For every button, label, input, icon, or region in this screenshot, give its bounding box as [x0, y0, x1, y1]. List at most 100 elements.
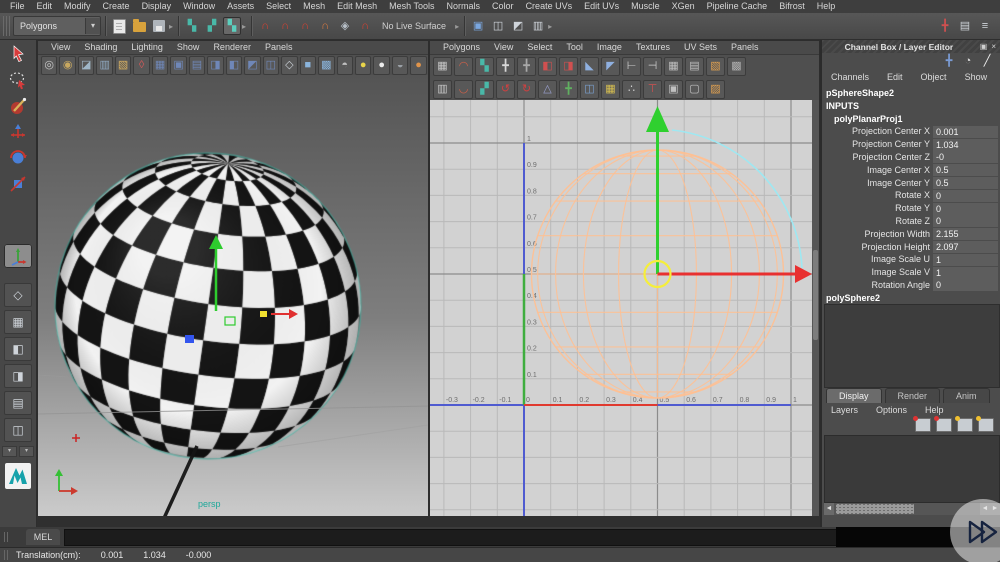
menu-assets[interactable]: Assets [221, 0, 260, 13]
attr-value-image-center-y[interactable]: 0.5 [933, 177, 998, 189]
move-u-icon[interactable]: ╋ [496, 57, 515, 76]
field-chart-icon[interactable]: ◧ [226, 56, 242, 75]
default-lighting-icon[interactable]: ● [355, 56, 371, 75]
checker-sphere-icon[interactable]: ◓ [337, 56, 353, 75]
attr-value-image-scale-v[interactable]: 1 [933, 267, 998, 279]
uv-menu-panels[interactable]: Panels [724, 41, 766, 54]
pencil-icon[interactable]: ╱ [980, 55, 994, 69]
new-layer-from-selected-icon[interactable] [936, 418, 952, 432]
channel-box-toggle-icon[interactable]: ≡ [976, 17, 994, 35]
menu-mesh[interactable]: Mesh [297, 0, 331, 13]
ipr-render-icon[interactable]: ◩ [509, 17, 527, 35]
attr-value-rotation-angle[interactable]: 0 [933, 279, 998, 291]
layer-menu-layers[interactable]: Layers [822, 404, 867, 417]
menu-muscle[interactable]: Muscle [625, 0, 666, 13]
menu-window[interactable]: Window [177, 0, 221, 13]
shaded-cube-icon[interactable]: ■ [300, 56, 316, 75]
menu-mesh-tools[interactable]: Mesh Tools [383, 0, 440, 13]
uv-menu-select[interactable]: Select [520, 41, 559, 54]
lock-camera-icon[interactable]: ◉ [59, 56, 75, 75]
attr-value-projection-center-z[interactable]: -0 [933, 151, 998, 163]
channel-node-history[interactable]: polySphere2 [822, 292, 880, 305]
save-scene-icon[interactable] [150, 17, 168, 35]
move-v-icon[interactable]: ╋ [517, 57, 536, 76]
pixel-snap-icon[interactable]: ▤ [685, 57, 704, 76]
align-top-icon[interactable]: ⊤ [643, 80, 662, 99]
uv-menu-polygons[interactable]: Polygons [436, 41, 487, 54]
uv-pinch-tool-icon[interactable]: ◡ [454, 80, 473, 99]
menu-xgen[interactable]: XGen [666, 0, 701, 13]
image-plane-icon[interactable]: ▧ [115, 56, 131, 75]
grid-icon[interactable]: ▦ [152, 56, 168, 75]
two-d-pan-zoom-icon[interactable]: ◊ [133, 56, 149, 75]
persp-menu-view[interactable]: View [44, 41, 77, 54]
align-right-icon[interactable]: ⊣ [643, 57, 662, 76]
snap-to-curve-icon[interactable]: ∩ [276, 17, 294, 35]
uv-smudge-tool-icon[interactable]: ◠ [454, 57, 473, 76]
select-tool[interactable] [4, 42, 32, 66]
menu-select[interactable]: Select [260, 0, 297, 13]
uv-vertical-scrollbar[interactable] [812, 100, 819, 516]
select-hierarchy-icon[interactable]: ▚ [183, 17, 201, 35]
render-current-frame-icon[interactable]: ◫ [489, 17, 507, 35]
safe-title-icon[interactable]: ◫ [263, 56, 279, 75]
mel-tab[interactable]: MEL [26, 529, 60, 545]
layer-tab-render[interactable]: Render [885, 388, 941, 403]
menu-edit-uvs[interactable]: Edit UVs [578, 0, 625, 13]
menu-file[interactable]: File [4, 0, 31, 13]
attr-value-rotate-z[interactable]: 0 [933, 215, 998, 227]
layer-tab-anim[interactable]: Anim [943, 388, 990, 403]
unstack-shells-icon[interactable]: ▢ [685, 80, 704, 99]
scroll-left-icon[interactable]: ◄ [824, 503, 834, 515]
persp-menu-show[interactable]: Show [170, 41, 207, 54]
menu-pipeline-cache[interactable]: Pipeline Cache [701, 0, 774, 13]
layout-shortcut-menu-1[interactable]: ▾ [2, 446, 17, 457]
lasso-tool[interactable] [4, 68, 32, 92]
align-dots-icon[interactable]: ∴ [622, 80, 641, 99]
close-panel-icon[interactable]: × [989, 42, 998, 51]
layout-persp-outliner[interactable]: ◧ [4, 337, 32, 361]
layer-list-area[interactable] [824, 435, 1000, 503]
new-anim-layer-from-selected-icon[interactable] [978, 418, 994, 432]
persp-menu-shading[interactable]: Shading [77, 41, 124, 54]
uv-menu-uv-sets[interactable]: UV Sets [677, 41, 724, 54]
stack-shells-icon[interactable]: ▣ [664, 80, 683, 99]
menu-create[interactable]: Create [97, 0, 136, 13]
layout-uv-icon[interactable]: ◫ [580, 80, 599, 99]
last-tool-manipulator[interactable] [4, 244, 32, 268]
rotate-ccw-icon[interactable]: ↺ [496, 80, 515, 99]
resolution-gate-icon[interactable]: ▤ [189, 56, 205, 75]
snap-to-grid-icon[interactable]: ∩ [256, 17, 274, 35]
select-camera-icon[interactable]: ◎ [41, 56, 57, 75]
uv-menu-textures[interactable]: Textures [629, 41, 677, 54]
show-manipulator-toggle-icon[interactable]: ╋ [936, 17, 954, 35]
relax-uv-icon[interactable]: ╋ [559, 80, 578, 99]
rotate-tool[interactable] [4, 146, 32, 170]
menu-color[interactable]: Color [486, 0, 520, 13]
rotate-cw-icon[interactable]: ↻ [517, 80, 536, 99]
flip-u-icon[interactable]: ◧ [538, 57, 557, 76]
toolbar-grip[interactable] [3, 16, 10, 36]
uv-lattice-2-icon[interactable]: ▥ [433, 80, 452, 99]
layout-hypershade[interactable]: ▤ [4, 391, 32, 415]
make-live-icon[interactable]: ◈ [336, 17, 354, 35]
new-scene-icon[interactable] [110, 17, 128, 35]
uv-menu-view[interactable]: View [487, 41, 520, 54]
camera-attributes-icon[interactable]: ◪ [78, 56, 94, 75]
menu-edit[interactable]: Edit [31, 0, 59, 13]
scale-tool[interactable] [4, 172, 32, 196]
collapse-arrow-icon[interactable]: ▸ [548, 22, 552, 31]
film-gate-icon[interactable]: ▣ [170, 56, 186, 75]
menu-set-selector[interactable]: Polygons ▾ [13, 16, 101, 36]
attr-value-projection-center-y[interactable]: 1.034 [933, 139, 998, 151]
attr-value-rotate-x[interactable]: 0 [933, 190, 998, 202]
channel-menu-channels[interactable]: Channels [822, 71, 878, 84]
new-empty-display-layer-icon[interactable] [915, 418, 931, 432]
new-empty-anim-layer-icon[interactable] [957, 418, 973, 432]
select-component-icon[interactable]: ▚ [223, 17, 241, 35]
uv-snapshot-icon[interactable]: ▧ [706, 57, 725, 76]
attr-value-projection-width[interactable]: 2.155 [933, 228, 998, 240]
render-settings-icon[interactable]: ▥ [529, 17, 547, 35]
unfold-uv-icon[interactable]: △ [538, 80, 557, 99]
cut-uv-icon[interactable]: ◣ [580, 57, 599, 76]
